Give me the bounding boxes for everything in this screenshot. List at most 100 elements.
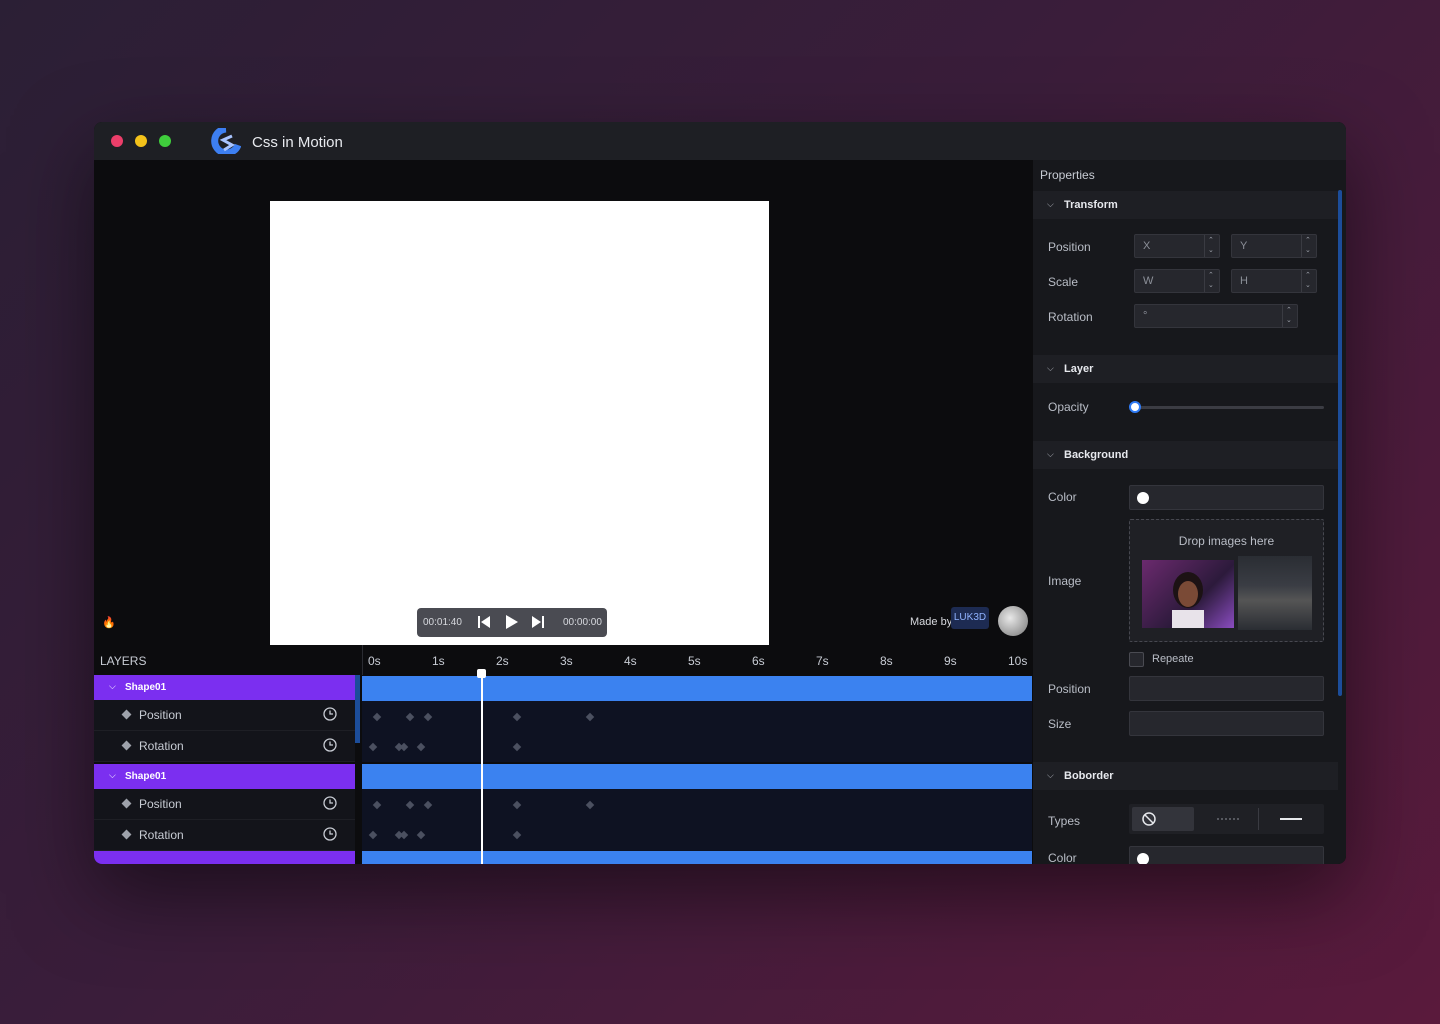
rotation-label: Rotation: [1048, 310, 1093, 324]
scale-w-input[interactable]: W ⌃ ⌄: [1134, 269, 1220, 293]
avatar[interactable]: [998, 606, 1028, 636]
layer-track-bar[interactable]: [362, 676, 1032, 701]
color-label: Color: [1048, 490, 1077, 504]
skip-back-button[interactable]: [476, 614, 492, 630]
placeholder: Y: [1240, 240, 1248, 252]
image-thumbnail[interactable]: [1238, 556, 1312, 630]
author-link[interactable]: LUK3D: [951, 607, 989, 629]
properties-scrollbar[interactable]: [1338, 190, 1342, 696]
bg-position-input[interactable]: [1129, 676, 1324, 701]
color-swatch: [1137, 492, 1149, 504]
keyframe-track[interactable]: [362, 701, 1032, 762]
maximize-window-button[interactable]: [159, 135, 171, 147]
layer-row[interactable]: ⌵ Shape01: [94, 675, 355, 700]
chevron-down-icon: ⌵: [1047, 199, 1054, 209]
property-row[interactable]: Position: [94, 789, 355, 820]
layer-track-bar[interactable]: [362, 764, 1032, 789]
clock-icon[interactable]: [323, 738, 337, 752]
stepper[interactable]: ⌃ ⌄: [1301, 270, 1316, 292]
bg-size-label: Size: [1048, 717, 1072, 731]
app-title: Css in Motion: [252, 134, 343, 151]
keyframe[interactable]: [405, 800, 415, 810]
keyframe[interactable]: [416, 830, 426, 840]
repeat-checkbox[interactable]: [1129, 652, 1144, 667]
section-layer[interactable]: ⌵ Layer: [1033, 355, 1338, 383]
title-bar: Css in Motion: [94, 122, 1346, 160]
layer-row[interactable]: ⌵ Shape01: [94, 764, 355, 789]
section-title: Transform: [1064, 199, 1118, 211]
section-title: Background: [1064, 449, 1129, 461]
preview-canvas[interactable]: [270, 201, 769, 645]
property-row[interactable]: Rotation: [94, 820, 355, 851]
background-color-picker[interactable]: [1129, 485, 1324, 510]
stepper[interactable]: ⌃ ⌄: [1282, 305, 1297, 327]
keyframe[interactable]: [368, 742, 378, 752]
keyframe[interactable]: [399, 830, 409, 840]
opacity-label: Opacity: [1048, 400, 1089, 414]
keyframe[interactable]: [399, 742, 409, 752]
position-x-input[interactable]: X ⌃ ⌄: [1134, 234, 1220, 258]
layers-header: LAYERS: [100, 654, 147, 668]
keyframe[interactable]: [372, 712, 382, 722]
keyframe[interactable]: [512, 800, 522, 810]
close-window-button[interactable]: [111, 135, 123, 147]
section-border[interactable]: ⌵ Boborder: [1033, 762, 1338, 790]
keyframe[interactable]: [423, 712, 433, 722]
keyframe[interactable]: [585, 800, 595, 810]
app-logo-icon: [211, 128, 241, 154]
opacity-slider-track[interactable]: [1134, 406, 1324, 409]
keyframe[interactable]: [585, 712, 595, 722]
chevron-down-icon[interactable]: ⌵: [109, 770, 116, 781]
keyframe[interactable]: [512, 742, 522, 752]
keyframe[interactable]: [416, 742, 426, 752]
tick-label: 9s: [944, 654, 957, 668]
section-transform[interactable]: ⌵ Transform: [1033, 191, 1338, 219]
play-button[interactable]: [503, 614, 519, 630]
keyframe[interactable]: [405, 712, 415, 722]
made-by-label: Made by: [910, 616, 953, 628]
chevron-down-icon: ⌵: [1047, 770, 1054, 780]
keyframe[interactable]: [423, 800, 433, 810]
keyframe-track[interactable]: [362, 789, 1032, 851]
keyframe-icon: [121, 829, 132, 840]
opacity-slider-handle[interactable]: [1129, 401, 1141, 413]
border-color-picker[interactable]: [1129, 846, 1324, 864]
layer-row[interactable]: [94, 851, 355, 864]
chevron-down-icon: ⌵: [1047, 363, 1054, 373]
keyframe[interactable]: [512, 712, 522, 722]
playhead-handle[interactable]: [477, 669, 486, 678]
tick-label: 3s: [560, 654, 573, 668]
playhead[interactable]: [481, 673, 483, 864]
tick-label: 1s: [432, 654, 445, 668]
keyframe[interactable]: [512, 830, 522, 840]
clock-icon[interactable]: [323, 827, 337, 841]
layer-name: Shape01: [125, 682, 167, 693]
property-row[interactable]: Position: [94, 700, 355, 731]
keyframe[interactable]: [372, 800, 382, 810]
dashed-border-button[interactable]: [1197, 807, 1259, 831]
section-background[interactable]: ⌵ Background: [1033, 441, 1338, 469]
layers-scrollbar[interactable]: [355, 675, 360, 743]
layer-track-bar[interactable]: [362, 851, 1032, 864]
stepper[interactable]: ⌃ ⌄: [1204, 235, 1219, 257]
image-thumbnail[interactable]: [1142, 560, 1234, 628]
rotation-input[interactable]: ° ⌃ ⌄: [1134, 304, 1298, 328]
stepper[interactable]: ⌃ ⌄: [1204, 270, 1219, 292]
tick-label: 10s: [1008, 654, 1028, 668]
keyframe[interactable]: [368, 830, 378, 840]
image-dropzone[interactable]: Drop images here: [1129, 519, 1324, 642]
solid-border-button[interactable]: [1260, 807, 1322, 831]
stepper[interactable]: ⌃ ⌄: [1301, 235, 1316, 257]
scale-h-input[interactable]: H ⌃ ⌄: [1231, 269, 1317, 293]
position-y-input[interactable]: Y ⌃ ⌄: [1231, 234, 1317, 258]
bg-size-input[interactable]: [1129, 711, 1324, 736]
skip-forward-button[interactable]: [530, 614, 546, 630]
clock-icon[interactable]: [323, 707, 337, 721]
minimize-window-button[interactable]: [135, 135, 147, 147]
no-border-button[interactable]: [1132, 807, 1194, 831]
fire-icon: 🔥: [102, 617, 116, 629]
clock-icon[interactable]: [323, 796, 337, 810]
property-row[interactable]: Rotation: [94, 731, 355, 762]
chevron-down-icon[interactable]: ⌵: [109, 681, 116, 692]
time-ruler[interactable]: 0s 1s 2s 3s 4s 5s 6s 7s 8s 9s 10s: [362, 645, 1033, 675]
